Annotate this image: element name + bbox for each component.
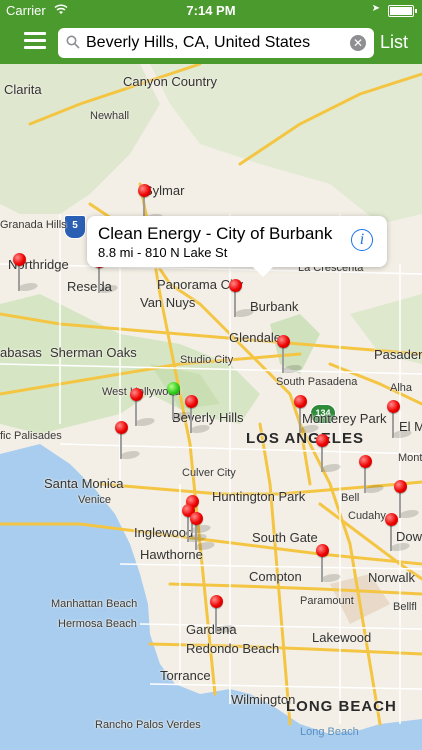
info-icon[interactable]: i [351,229,373,251]
map-label: Van Nuys [140,295,196,310]
battery-icon [388,5,417,17]
map-label: Torrance [160,668,211,683]
hamburger-icon-line [24,39,46,42]
map-label: Manhattan Beach [51,598,138,610]
map-label: Santa Monica [44,476,124,491]
status-time: 7:14 PM [186,3,236,18]
map-label: Alha [390,382,413,394]
map-label: Redondo Beach [186,641,280,656]
map-label: Mont [398,452,422,464]
map-label: fic Palisades [0,430,62,442]
map-label: Venice [78,494,112,506]
station-pin[interactable] [316,434,344,476]
station-pin[interactable] [130,388,158,430]
station-pin[interactable] [294,395,322,437]
map-label: South Pasadena [276,376,358,388]
map-label: Clarita [4,82,42,97]
station-pin[interactable] [385,513,413,555]
map-label: Newhall [90,110,130,122]
search-field[interactable]: ✕ [58,28,374,58]
map-label: Culver City [182,467,236,479]
station-pin[interactable] [316,544,344,586]
location-arrow-icon: ➤ [371,3,380,14]
station-pin[interactable] [359,455,387,497]
clear-search-icon[interactable]: ✕ [350,35,366,51]
map-label: Norwalk [368,570,415,585]
map-label: Canyon Country [123,74,217,89]
map-label: Down [396,529,422,544]
map-label: Compton [249,569,302,584]
station-pin[interactable] [13,253,41,295]
search-icon [66,35,80,49]
map-label: Sherman Oaks [50,345,137,360]
map-label: South Gate [252,530,318,545]
map-label: Bell [341,492,360,504]
station-pin[interactable] [387,400,415,442]
station-pin[interactable] [190,512,218,554]
station-pin[interactable] [185,395,213,437]
map-label: Granada Hills [0,219,67,231]
map-label: Pasadena [374,347,422,362]
map-label: Bellfl [393,601,417,613]
map-label: abasas [0,345,42,360]
station-pin[interactable] [210,595,238,637]
hamburger-icon-line [24,46,46,49]
map-label: Burbank [250,299,299,314]
map-label: Long Beach [300,726,359,738]
status-bar: Carrier 7:14 PM ➤ [0,0,422,20]
callout-title: Clean Energy - City of Burbank [98,224,333,243]
map-label: Monterey Park [302,411,387,426]
map-label: Hermosa Beach [58,618,137,630]
callout-subtitle: 8.8 mi - 810 N Lake St [98,245,228,260]
map-label: Cudahy [348,510,386,522]
map-label: Lakewood [312,630,372,645]
map-label: Huntington Park [212,489,306,504]
navigation-bar: ✕ List [0,20,422,64]
current-location-pin[interactable] [167,382,195,424]
map-label: LONG BEACH [286,698,397,715]
station-pin[interactable] [115,421,143,463]
station-pin[interactable] [277,335,305,377]
list-button[interactable]: List [380,32,408,53]
map-label: Paramount [300,595,354,607]
menu-button[interactable] [24,32,46,50]
search-input[interactable] [86,33,346,53]
map-label: Glendale [229,330,282,345]
map-view[interactable]: 5 134 Clarita Canyon Country Newhall Syl… [0,64,422,750]
station-callout[interactable]: Clean Energy - City of Burbank 8.8 mi - … [87,216,387,277]
interstate-5-shield: 5 [64,215,86,239]
station-pin-selected[interactable] [229,279,257,321]
map-label: Rancho Palos Verdes [95,719,201,731]
hamburger-icon [24,32,46,35]
map-label: Studio City [180,354,234,366]
